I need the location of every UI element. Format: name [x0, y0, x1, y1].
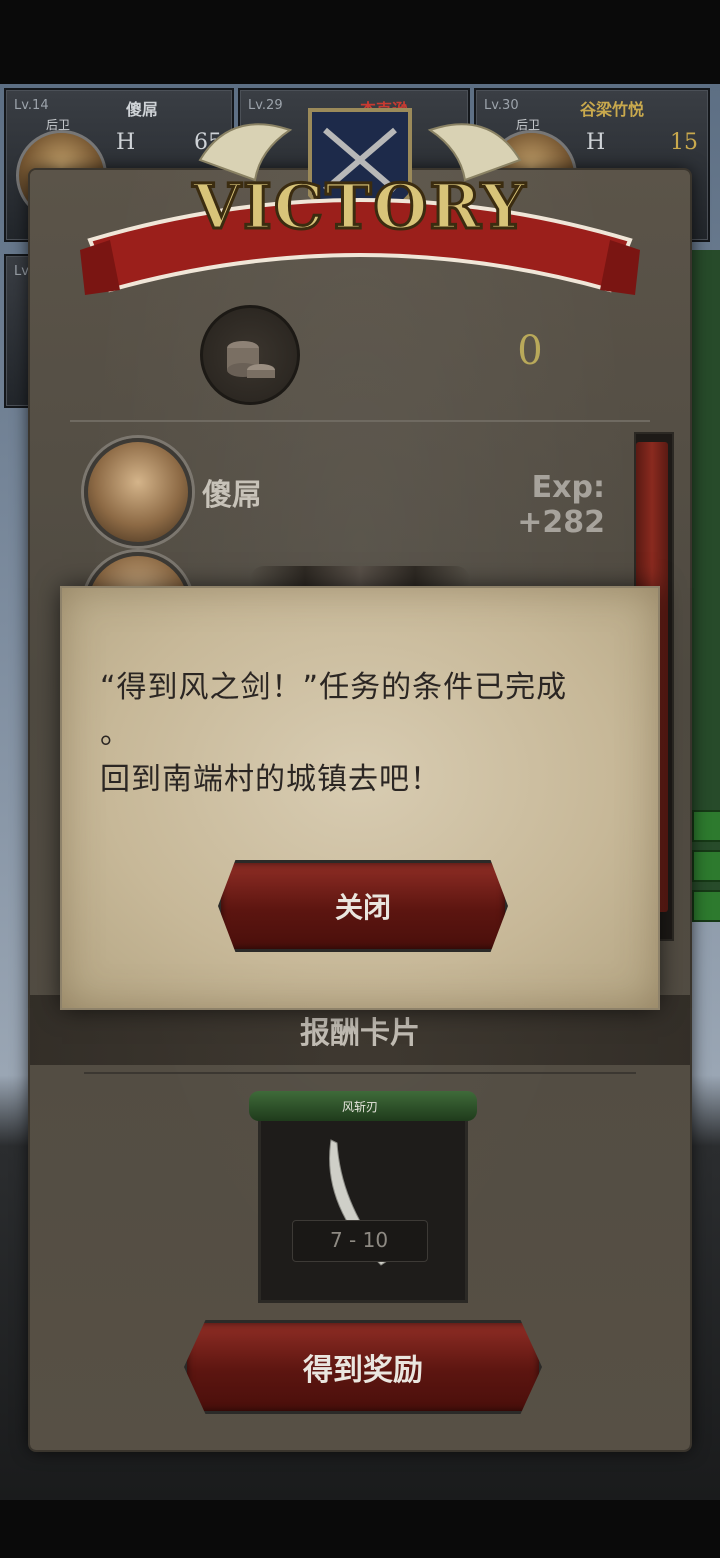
divider [70, 420, 650, 422]
side-bar-segment [692, 810, 720, 842]
member-portrait [84, 438, 192, 546]
side-bar-segment [692, 890, 720, 922]
side-action-bar [690, 250, 720, 922]
close-button[interactable]: 关闭 [218, 860, 508, 952]
divider [84, 1072, 636, 1074]
victory-title: VICTORY [192, 170, 527, 243]
reward-card[interactable] [249, 1091, 477, 1303]
coin-value: 0 [517, 328, 543, 374]
member-exp: Exp: +282 [517, 470, 605, 540]
claim-reward-button[interactable]: 得到奖励 [184, 1320, 542, 1414]
coin-icon [200, 305, 300, 405]
dialog-message-line: 回到南端村的城镇去吧！ [100, 762, 441, 797]
member-name: 傻屌 [202, 478, 262, 513]
party-card-level: Lv.14 [14, 98, 49, 113]
victory-banner: VICTORY [80, 108, 640, 295]
reward-card-name: 风斩刃 [341, 1100, 378, 1114]
dialog-message-line: “得到风之剑！”任务的条件已完成 [100, 670, 568, 705]
reward-title: 报酬卡片 [300, 1016, 420, 1051]
party-card-hp-value: 15 [670, 130, 698, 155]
side-bar-segment [692, 850, 720, 882]
card-stat: 7 - 10 [329, 1228, 389, 1252]
coin-stack-icon [227, 341, 275, 378]
dialog-message-line: 。 [100, 716, 130, 751]
sword-icon [329, 1139, 401, 1266]
